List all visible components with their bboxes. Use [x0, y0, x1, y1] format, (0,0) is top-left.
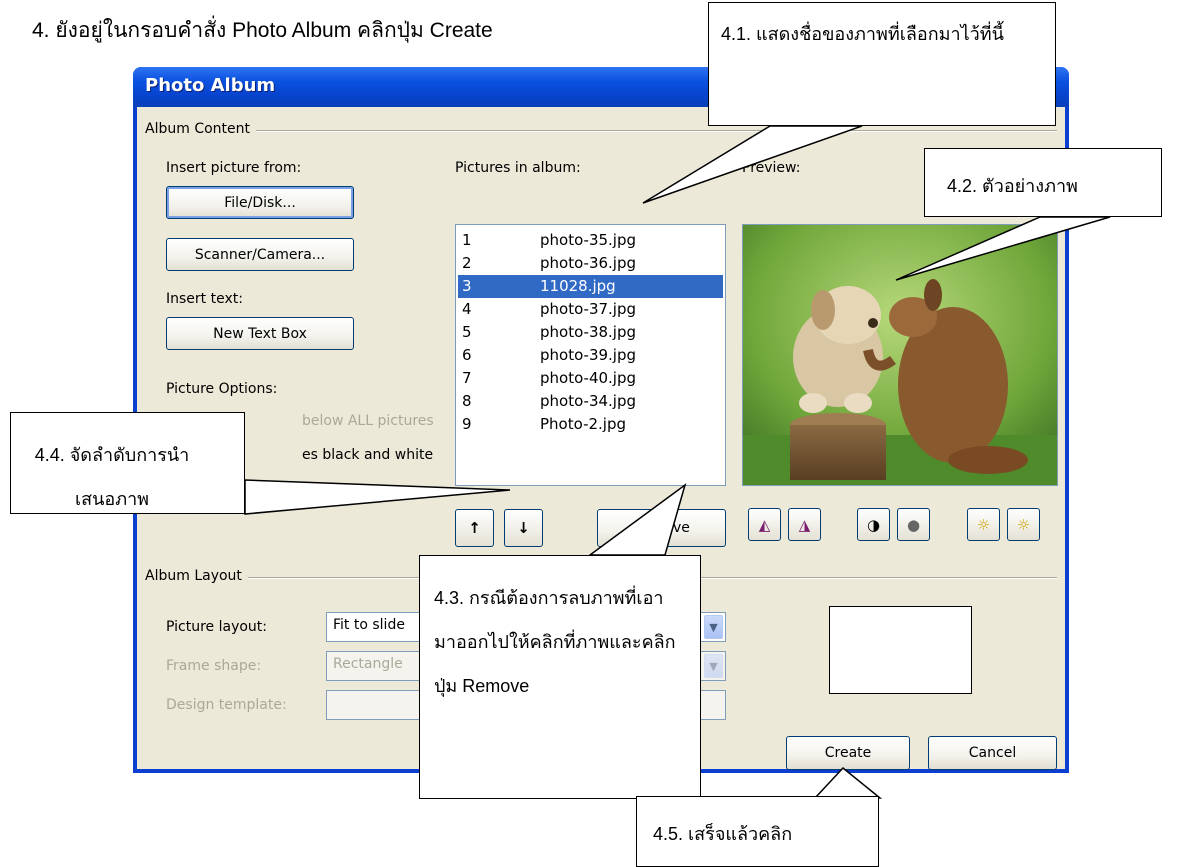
callout-4-3: 4.3. กรณีต้องการลบภาพที่เอามาออกไปให้คลิ…	[419, 555, 701, 799]
callout-4-4: 4.4. จัดลำดับการนำเสนอภาพ	[10, 412, 245, 514]
callout-4-2: 4.2. ตัวอย่างภาพ	[924, 148, 1162, 217]
callout-4-1-text: 4.1. แสดงชื่อของภาพที่เลือกมาไว้ที่นี้	[721, 24, 1004, 44]
callout-4-2-text: 4.2. ตัวอย่างภาพ	[947, 176, 1078, 196]
callout-4-5: 4.5. เสร็จแล้วคลิก	[636, 796, 879, 867]
callout-4-3-text: 4.3. กรณีต้องการลบภาพที่เอามาออกไปให้คลิ…	[434, 588, 676, 696]
callout-4-4-text: 4.4. จัดลำดับการนำเสนอภาพ	[34, 445, 190, 509]
callout-4-5-text: 4.5. เสร็จแล้วคลิก	[653, 824, 793, 844]
callout-4-1: 4.1. แสดงชื่อของภาพที่เลือกมาไว้ที่นี้	[708, 2, 1056, 126]
